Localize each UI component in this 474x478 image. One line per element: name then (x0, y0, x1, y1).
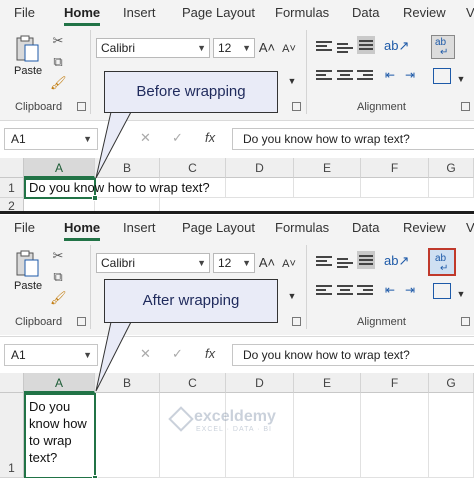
watermark-tagline: EXCEL · DATA · BI (196, 426, 272, 433)
watermark-name: exceldemy (194, 408, 276, 425)
after-wrapping-callout: After wrapping (104, 279, 278, 323)
panel-divider (0, 211, 474, 214)
callout-pointer (95, 321, 132, 392)
after-wrapping-panel: File Home Insert Page Layout Formulas Da… (0, 215, 474, 478)
before-wrapping-callout: Before wrapping (104, 71, 278, 113)
before-wrapping-panel: File Home Insert Page Layout Formulas Da… (0, 0, 474, 212)
